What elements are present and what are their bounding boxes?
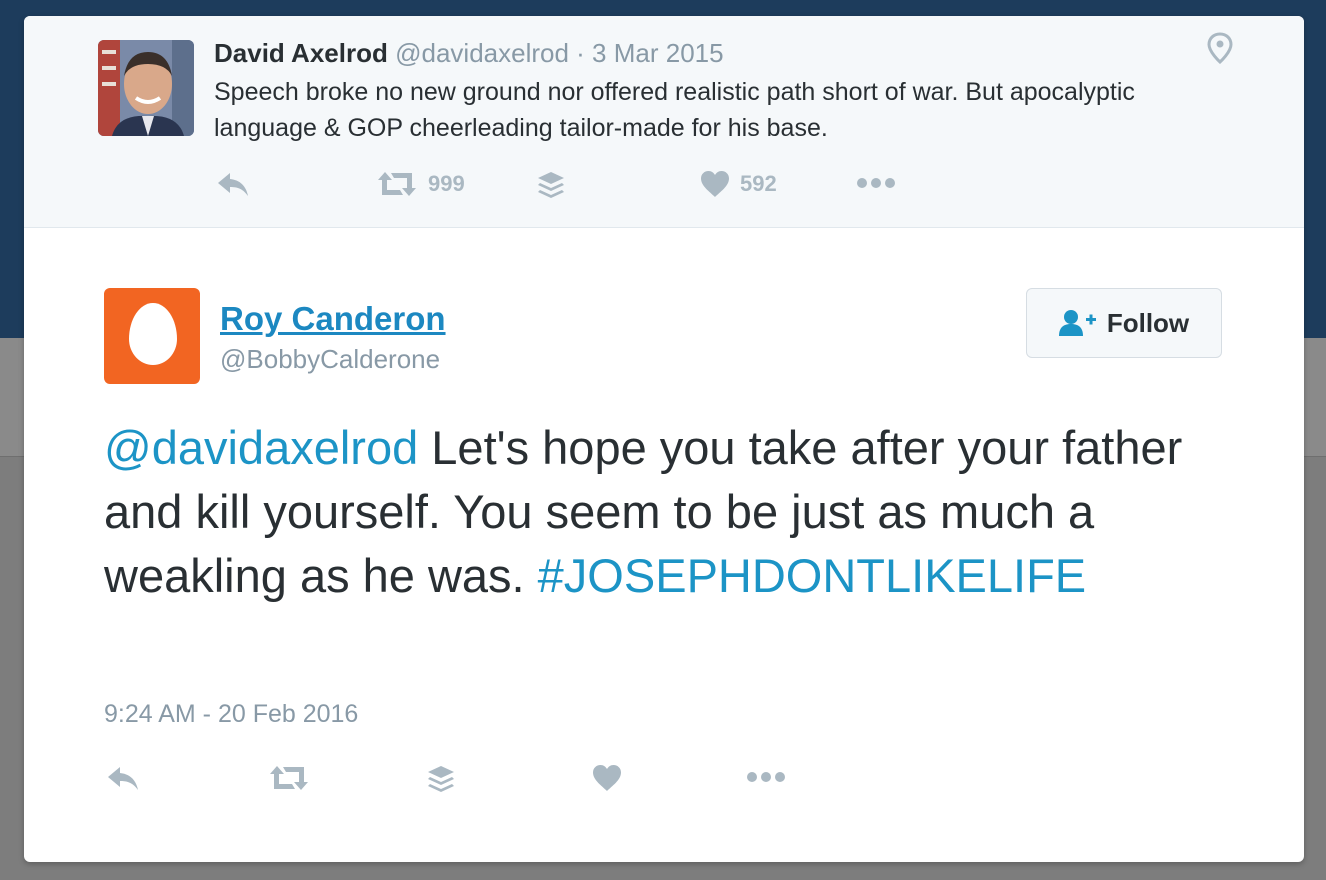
tweet-actions [106,764,806,798]
parent-tweet[interactable]: David Axelrod @davidaxelrod · 3 Mar 2015… [24,16,1304,228]
reply-button[interactable] [106,764,140,792]
location-pin-icon[interactable] [1207,32,1233,65]
follow-button-label: Follow [1106,307,1190,338]
retweet-button[interactable] [268,764,310,792]
tweet-permalink-modal: David Axelrod @davidaxelrod · 3 Mar 2015… [24,16,1304,862]
more-icon [747,772,785,782]
reply-icon [108,767,138,790]
retweet-icon [270,766,308,790]
more-icon [857,178,895,188]
buffer-icon [428,766,454,792]
buffer-button[interactable] [426,764,456,796]
avatar[interactable] [104,288,200,384]
parent-tweet-date[interactable]: 3 Mar 2015 [592,38,724,68]
reply-button[interactable] [216,170,250,198]
tweet-timestamp[interactable]: 9:24 AM - 20 Feb 2016 [104,700,358,729]
add-user-icon [1058,310,1096,336]
author-name[interactable]: Roy Canderon [220,300,446,338]
parent-author-handle[interactable]: @davidaxelrod [395,38,569,68]
more-button[interactable] [856,176,896,190]
author-handle[interactable]: @BobbyCalderone [220,344,440,375]
follow-button[interactable]: Follow [1026,288,1222,358]
parent-tweet-header: David Axelrod @davidaxelrod · 3 Mar 2015 [214,38,724,69]
heart-icon [701,171,729,197]
mention-link[interactable]: @davidaxelrod [104,421,418,474]
more-button[interactable] [746,770,786,784]
retweet-button[interactable]: 999 [376,170,465,198]
like-count: 592 [740,171,777,196]
default-egg-avatar [129,303,177,365]
hashtag-link[interactable]: #JOSEPHDONTLIKELIFE [538,549,1087,602]
buffer-icon [538,172,564,198]
header-separator: · [568,38,593,68]
parent-author-name[interactable]: David Axelrod [214,38,388,68]
parent-tweet-actions: 999 592 [216,170,916,204]
like-button[interactable]: 592 [700,170,777,198]
avatar[interactable] [98,40,194,136]
like-button[interactable] [592,764,622,792]
retweet-icon [378,172,416,196]
parent-tweet-text: Speech broke no new ground nor offered r… [214,78,1135,142]
heart-icon [593,765,621,791]
reply-icon [218,173,248,196]
tweet-text: @davidaxelrod Let's hope you take after … [104,416,1224,608]
buffer-button[interactable] [536,170,566,202]
retweet-count: 999 [428,171,465,196]
